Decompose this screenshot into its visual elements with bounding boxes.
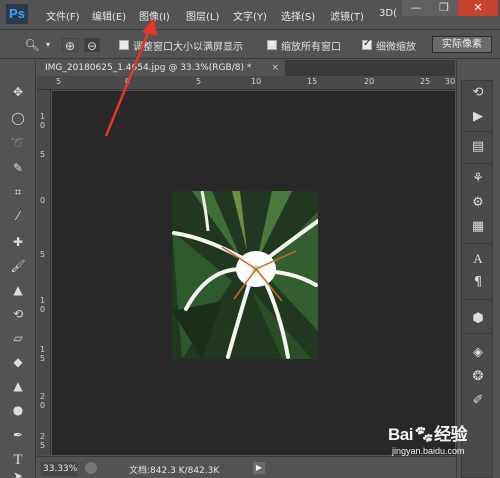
close-button[interactable]: ✕ — [458, 0, 498, 16]
ruler-horizontal: 5 0 5 10 15 20 25 30 — [37, 76, 455, 90]
ruler-label: 1 5 — [40, 345, 46, 363]
clone-source-icon[interactable]: ▦ — [468, 217, 488, 237]
ruler-label: 1 0 — [40, 112, 46, 130]
history-brush-icon[interactable]: ⟲ — [8, 304, 28, 324]
ruler-label: 10 — [251, 77, 262, 86]
channels-panel-icon[interactable]: ❂ — [468, 367, 488, 387]
zoom-icon[interactable]: 🔍︎ — [24, 38, 40, 52]
resize-window-label: 调整窗口大小以满屏显示 — [133, 42, 243, 53]
document-tab-bar: IMG_20180625_1.4654.jpg @ 33.3%(RGB/8) *… — [37, 60, 455, 76]
ruler-label: 2 5 — [40, 432, 46, 450]
maximize-button[interactable]: ❐ — [430, 0, 458, 16]
blur-icon[interactable]: ▲ — [8, 376, 28, 396]
lasso-icon[interactable]: ➰ — [8, 133, 28, 153]
document-tab[interactable]: IMG_20180625_1.4654.jpg @ 33.3%(RGB/8) *… — [37, 60, 285, 76]
ruler-label: 25 — [420, 77, 431, 86]
marquee-icon[interactable]: ◯ — [8, 108, 28, 128]
move-icon[interactable]: ✥ — [8, 82, 28, 102]
watermark-brand: Bai — [388, 425, 413, 444]
path-select-icon[interactable]: ➤ — [8, 466, 28, 478]
eyedropper-icon[interactable]: ⁄ — [8, 206, 28, 226]
menu-type[interactable]: 文字(Y) — [233, 8, 267, 23]
ruler-label: 0 — [40, 196, 46, 205]
watermark-url: jingyan.baidu.com — [392, 446, 465, 456]
scrubby-zoom-label: 细微缩放 — [376, 42, 416, 53]
panel-separator — [464, 163, 492, 164]
status-bar: 33.33% 文档:842.3 K/842.3K ▶ — [37, 456, 455, 478]
zoom-in-icon[interactable]: ⊕ — [62, 38, 78, 53]
toolbox: ✥ ◯ ➰ ✎ ⌗ ⁄ ✚ 🖌︎ ▲ ⟲ ▱ ◆ ▲ ● ✒ T ➤ — [0, 60, 36, 478]
status-menu-arrow[interactable]: ▶ — [253, 462, 265, 474]
flower-photo — [172, 191, 318, 359]
properties-panel-icon[interactable]: ▤ — [468, 137, 488, 157]
panel-separator — [464, 333, 492, 334]
menu-filter[interactable]: 滤镜(T) — [330, 8, 364, 23]
options-bar: 🔍︎ ▾ ⊕ ⊖ 调整窗口大小以满屏显示 缩放所有窗口 细微缩放 实际像素 — [0, 31, 500, 59]
menu-edit[interactable]: 编辑(E) — [92, 8, 126, 23]
3d-panel-icon[interactable]: ⬢ — [468, 309, 488, 329]
actual-pixels-button[interactable]: 实际像素 — [432, 36, 492, 53]
zoom-all-label: 缩放所有窗口 — [281, 42, 341, 53]
stamp-icon[interactable]: ▲ — [8, 280, 28, 300]
scrubby-zoom-checkbox[interactable] — [362, 38, 372, 50]
menu-bar: Ps 文件(F) 编辑(E) 图像(I) 图层(L) 文字(Y) 选择(S) 滤… — [0, 0, 500, 30]
ruler-label: 5 — [56, 77, 62, 86]
document-size-info: 文档:842.3 K/842.3K — [129, 466, 220, 476]
menu-layer[interactable]: 图层(L) — [186, 8, 219, 23]
ruler-label: 2 0 — [40, 392, 46, 410]
zoom-level-field[interactable]: 33.33% — [41, 462, 77, 476]
menu-image[interactable]: 图像(I) — [139, 8, 170, 23]
spider-lily-image — [172, 191, 318, 359]
close-icon[interactable]: × — [271, 60, 279, 76]
photoshop-logo: Ps — [6, 4, 28, 24]
ruler-label: 15 — [307, 77, 318, 86]
ruler-label: 1 0 — [40, 296, 46, 314]
canvas-area[interactable] — [52, 91, 455, 455]
layers-panel-icon[interactable]: ◈ — [468, 343, 488, 363]
panel-separator — [464, 243, 492, 244]
menu-3d[interactable]: 3D( — [379, 8, 397, 19]
chevron-down-icon[interactable]: ▾ — [40, 38, 56, 52]
dodge-icon[interactable]: ● — [8, 400, 28, 420]
quick-select-icon[interactable]: ✎ — [8, 158, 28, 178]
menu-select[interactable]: 选择(S) — [281, 8, 315, 23]
crop-icon[interactable]: ⌗ — [8, 182, 28, 202]
resize-window-checkbox[interactable] — [119, 40, 129, 50]
document-tab-title: IMG_20180625_1.4654.jpg @ 33.3%(RGB/8) * — [45, 63, 252, 73]
paragraph-panel-icon[interactable]: ¶ — [468, 273, 488, 293]
ruler-label: 20 — [364, 77, 375, 86]
history-panel-icon[interactable]: ⟲ — [468, 83, 488, 103]
right-panel-dock: ⟲ ▶ ▤ ⚘ ⚙ ▦ A ¶ ⬢ ◈ ❂ ✐ — [456, 60, 500, 478]
pen-icon[interactable]: ✒ — [8, 425, 28, 445]
gradient-icon[interactable]: ◆ — [8, 352, 28, 372]
zoom-out-icon[interactable]: ⊖ — [84, 38, 100, 53]
ruler-vertical: 1 0 5 0 5 1 0 1 5 2 0 2 5 — [37, 90, 51, 455]
baidu-watermark: Bai🐾︎经验 jingyan.baidu.com — [388, 420, 468, 456]
zoom-all-checkbox[interactable] — [267, 40, 277, 50]
menu-file[interactable]: 文件(F) — [46, 8, 80, 23]
minimize-button[interactable]: — — [402, 0, 430, 16]
ruler-label: 5 — [40, 250, 46, 259]
proof-icon[interactable] — [85, 462, 97, 474]
paw-icon: 🐾︎ — [412, 425, 435, 444]
actions-panel-icon[interactable]: ▶ — [468, 107, 488, 127]
ruler-label: 30 — [445, 77, 456, 86]
brush-icon[interactable]: 🖌︎ — [8, 256, 28, 276]
panel-separator — [464, 299, 492, 300]
brush-panel-icon[interactable]: ⚘ — [468, 169, 488, 189]
character-panel-icon[interactable]: A — [468, 249, 488, 269]
paths-panel-icon[interactable]: ✐ — [468, 391, 488, 411]
ruler-label: 0 — [125, 77, 131, 86]
healing-icon[interactable]: ✚ — [8, 232, 28, 252]
panel-separator — [464, 131, 492, 132]
watermark-brand-suffix: 经验 — [434, 425, 468, 444]
eraser-icon[interactable]: ▱ — [8, 328, 28, 348]
ruler-label: 5 — [40, 150, 46, 159]
ruler-label: 5 — [196, 77, 202, 86]
tool-presets-icon[interactable]: ⚙ — [468, 193, 488, 213]
panel-icon-column: ⟲ ▶ ▤ ⚘ ⚙ ▦ A ¶ ⬢ ◈ ❂ ✐ — [461, 80, 493, 478]
